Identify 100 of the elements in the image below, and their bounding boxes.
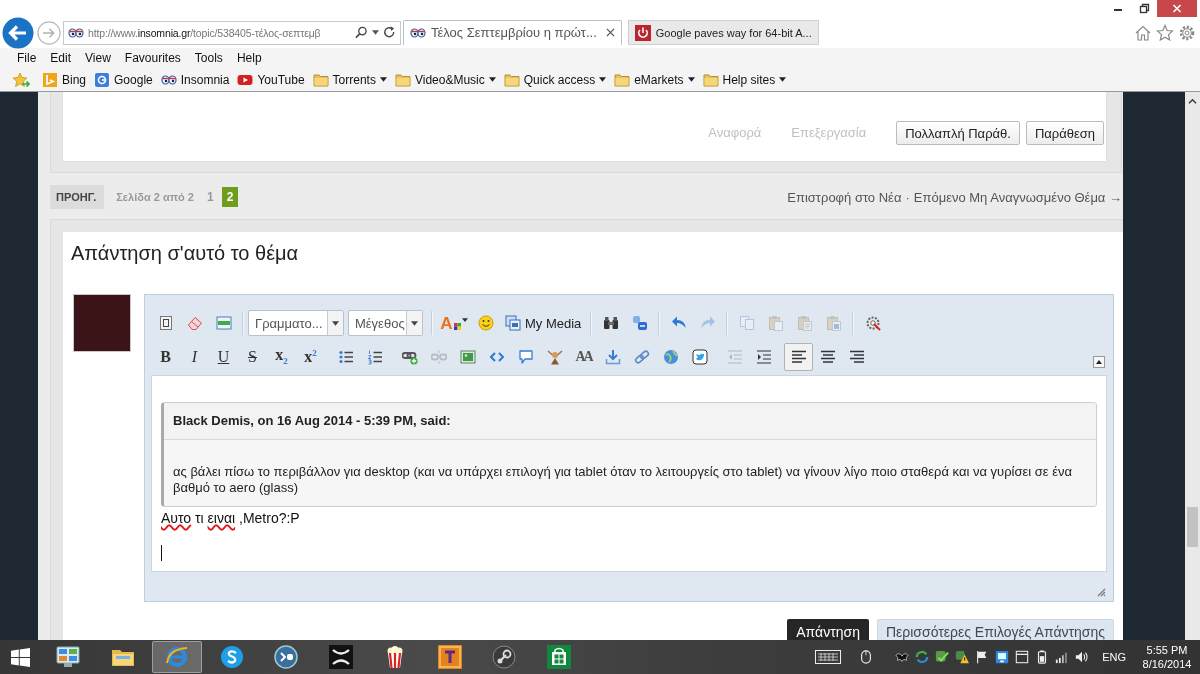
previous-button[interactable]: ΠΡΟΗΓ. [50,185,105,209]
resize-grip-icon[interactable] [1096,587,1106,597]
scroll-up-icon[interactable] [1188,98,1197,105]
media-button[interactable]: My Media [500,309,587,337]
favorite-link[interactable]: Bing [42,71,87,88]
scrollbar-thumb[interactable] [1187,507,1198,547]
collapse-button[interactable] [1093,356,1105,368]
clock-date[interactable]: 8/16/2014 [1142,657,1192,671]
back-button[interactable] [2,16,34,49]
outdent-icon [726,349,743,365]
caret-icon [411,320,418,326]
menu-item[interactable]: View [85,51,111,65]
folder-icon [503,71,520,88]
control-panel-icon [56,645,80,669]
color-squares-icon [453,323,461,330]
quote-citation: Black Demis, on 16 Aug 2014 - 5:39 PM, said: [164,403,1096,440]
typed-text: Αυτο τι ειναι ,Metro?:P [161,509,301,527]
menu-item[interactable]: Favourites [124,51,181,65]
quote-text: ας βάλει πίσω το περιβάλλον για desktop (και να υπάρχει επιλογή για tablet όταν το λειτουργείς στο tablet) να γίνουν λίγο ποιο σταθερά και να γυρίσει σε ένα βαθμό το aero (glass) [173,464,1073,496]
paste-text-icon [796,315,813,331]
window-icon[interactable] [1015,650,1030,664]
link-icon [633,349,650,365]
caret-icon [461,318,468,322]
address-field[interactable]: http://www.insomnia.gr/topic/538405-τέλος-σεπτεμβ [63,20,401,45]
menu-item[interactable]: Tools [194,51,223,65]
language-indicator[interactable]: ENG [1102,651,1126,663]
favorite-link[interactable]: Video&Music [394,71,496,88]
search-icon[interactable] [355,26,368,39]
close-icon[interactable] [605,28,615,37]
bulleted-list-icon [337,349,354,365]
browser-icon [165,645,189,669]
speaker-icon[interactable] [1075,650,1090,664]
settings-icon[interactable] [1178,23,1196,42]
browser-tab[interactable]: Google paves way for 64-bit A... [627,20,819,45]
editor-content-field[interactable] [151,375,1107,572]
next-topic-link[interactable]: Επόμενο Μη Αναγνωσμένο Θέμα → [913,189,1122,205]
quote-button[interactable]: Πολλαπλή Παράθ. [896,121,1020,145]
bird-silhouette-icon[interactable] [895,650,910,664]
display-icon[interactable] [995,650,1010,664]
paste-icon [767,315,784,331]
favorite-link[interactable]: eMarkets [614,71,695,88]
eraser-icon [186,315,203,331]
scrollbar-track[interactable] [1185,92,1200,640]
size-dropdown[interactable]: Μέγεθος [348,310,423,336]
reply-title: Απάντηση σ'αυτό το θέμα [71,241,300,266]
favorite-link[interactable]: Help sites [702,71,787,88]
subscript-button[interactable]: x$_{2}$ [267,343,296,371]
strikethrough-button[interactable]: S [238,343,267,371]
indent-icon [755,349,772,365]
unlink-icon [430,349,447,365]
star-icon[interactable] [1156,23,1174,42]
clock-time[interactable]: 5:55 PM [1146,643,1188,657]
avatar-placeholder [73,294,131,352]
blocks-icon [631,315,648,331]
favorite-link[interactable]: Google [94,71,153,88]
start-button[interactable] [11,647,30,667]
superscript-button[interactable]: x$^{2}$ [296,343,325,371]
favorite-link[interactable]: Torrents [312,71,387,88]
home-icon[interactable] [1134,23,1152,42]
bold-button[interactable]: B [151,343,180,371]
star-arrow-icon[interactable] [12,71,30,88]
menu-item[interactable]: File [17,51,37,65]
piston-disc-icon [492,645,516,669]
smiley-icon [477,315,494,331]
font-dropdown[interactable]: Γραμματο... [248,310,344,336]
italic-button[interactable]: I [180,343,209,371]
browser-tab[interactable]: Τέλος Σεπτεμβρίου η πρώτ... [403,19,622,46]
favorite-link[interactable]: Insomnia [160,71,230,88]
refresh-icon[interactable] [383,26,396,39]
keyboard-icon[interactable] [815,649,842,665]
font-size-button[interactable]: AA [569,343,598,371]
more-options-button[interactable]: Περισσότερες Επιλογές Απάντησης [876,619,1114,640]
menu-item[interactable]: Help [236,51,262,65]
download-icon [604,349,621,365]
menu-item[interactable]: Edit [50,51,72,65]
reply-button[interactable]: Απάντηση [787,619,869,640]
signal-icon[interactable] [1055,650,1070,664]
align-left-button[interactable] [784,343,813,371]
folder-icon [312,71,329,88]
favorite-link[interactable]: YouTube [237,71,305,88]
close-button[interactable] [1157,0,1197,17]
quote-button[interactable]: Παράθεση [1025,121,1104,145]
favorite-link[interactable]: Quick access [503,71,607,88]
power-icon [634,24,651,41]
caret-icon [779,77,787,82]
globe-icon [662,349,679,365]
warning-icon[interactable] [955,650,970,664]
shield-check-icon[interactable] [935,650,950,664]
back-link[interactable]: Επιστροφή στο Νέα [787,189,902,205]
link-separator: · [905,189,910,205]
caret-icon [332,320,339,326]
image-icon [459,349,476,365]
link-add-icon [401,349,418,365]
paste-word-icon [825,315,842,331]
mouse-icon[interactable] [859,649,874,665]
spellcheck-icon [864,315,881,331]
underline-button[interactable]: U [209,343,238,371]
caret-icon[interactable] [372,30,379,35]
numbered-list-icon [366,349,383,365]
sync-icon[interactable] [915,650,930,664]
